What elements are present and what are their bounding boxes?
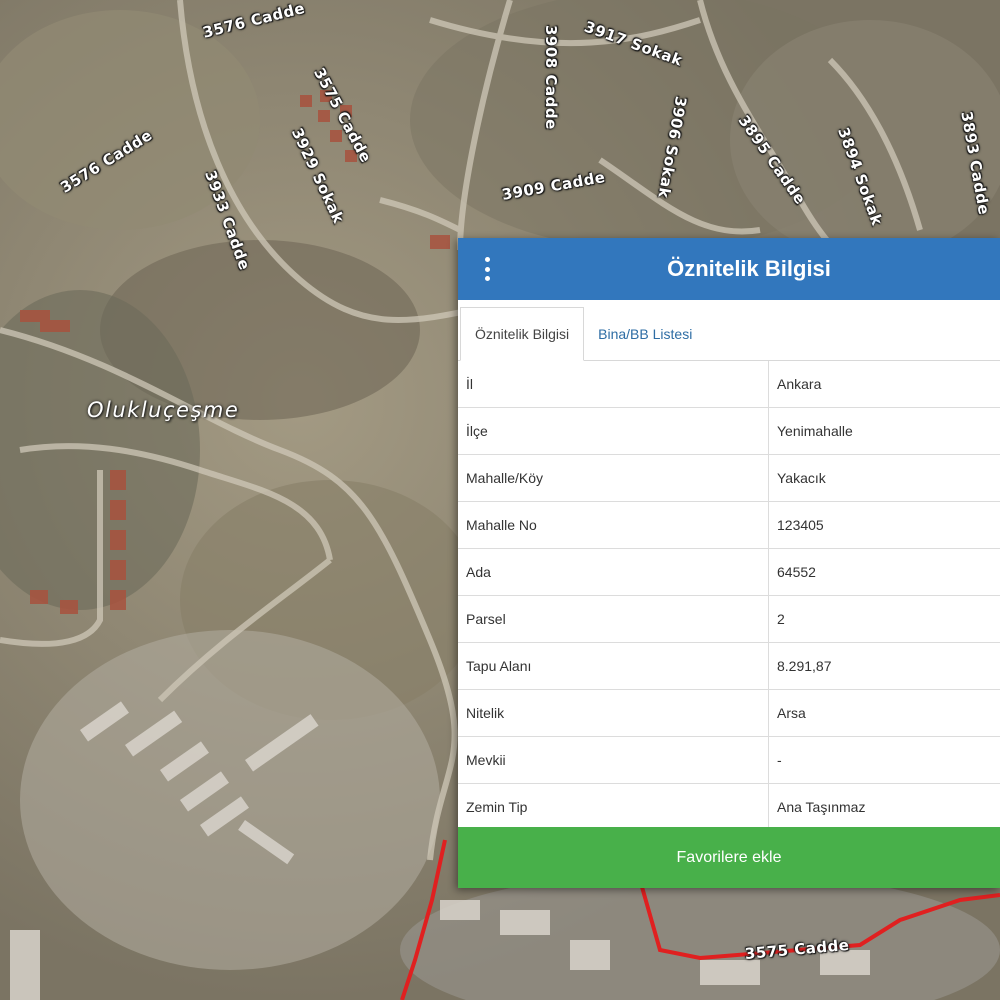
attribute-value: 64552 (768, 548, 1000, 596)
place-label: Olukluçeşme (87, 398, 240, 422)
attribute-key: İl (458, 361, 769, 408)
attribute-key: Parsel (458, 595, 769, 643)
attribute-value: Yakacık (768, 454, 1000, 502)
attribute-info-panel: Öznitelik Bilgisi Öznitelik Bilgisi Bina… (458, 238, 1000, 888)
table-row: Mahalle No 123405 (458, 501, 1000, 549)
panel-header: Öznitelik Bilgisi (458, 238, 1000, 300)
attribute-key: Mevkii (458, 736, 769, 784)
attribute-key: Tapu Alanı (458, 642, 769, 690)
table-row: İlçe Yenimahalle (458, 407, 1000, 455)
attribute-table: İl Ankara İlçe Yenimahalle Mahalle/Köy Yaka… (458, 361, 1000, 828)
attribute-key: İlçe (458, 407, 769, 455)
vertical-dots-icon[interactable] (480, 257, 494, 281)
street-label-3908-cadde: 3908 Cadde (542, 25, 560, 130)
panel-tabs: Öznitelik Bilgisi Bina/BB Listesi (458, 300, 1000, 361)
attribute-key: Ada (458, 548, 769, 596)
attribute-value: 123405 (768, 501, 1000, 549)
attribute-key: Zemin Tip (458, 783, 769, 828)
attribute-value: 2 (768, 595, 1000, 643)
attribute-table-container[interactable]: İl Ankara İlçe Yenimahalle Mahalle/Köy Yaka… (458, 361, 1000, 828)
attribute-value: 8.291,87 (768, 642, 1000, 690)
table-row: Tapu Alanı 8.291,87 (458, 642, 1000, 690)
table-row: Mahalle/Köy Yakacık (458, 454, 1000, 502)
tab-attribute-info[interactable]: Öznitelik Bilgisi (460, 307, 585, 361)
table-row: İl Ankara (458, 361, 1000, 408)
add-to-favorites-button[interactable]: Favorilere ekle (458, 827, 1000, 888)
table-row: Parsel 2 (458, 595, 1000, 643)
table-row: Ada 64552 (458, 548, 1000, 596)
table-row: Nitelik Arsa (458, 689, 1000, 737)
attribute-value: Ankara (768, 361, 1000, 408)
attribute-value: Ana Taşınmaz (768, 783, 1000, 828)
attribute-value: - (768, 736, 1000, 784)
attribute-value: Arsa (768, 689, 1000, 737)
table-row: Mevkii - (458, 736, 1000, 784)
attribute-key: Nitelik (458, 689, 769, 737)
attribute-key: Mahalle/Köy (458, 454, 769, 502)
tab-building-list[interactable]: Bina/BB Listesi (584, 308, 706, 360)
panel-title: Öznitelik Bilgisi (667, 256, 831, 281)
attribute-value: Yenimahalle (768, 407, 1000, 455)
attribute-key: Mahalle No (458, 501, 769, 549)
table-row: Zemin Tip Ana Taşınmaz (458, 783, 1000, 828)
